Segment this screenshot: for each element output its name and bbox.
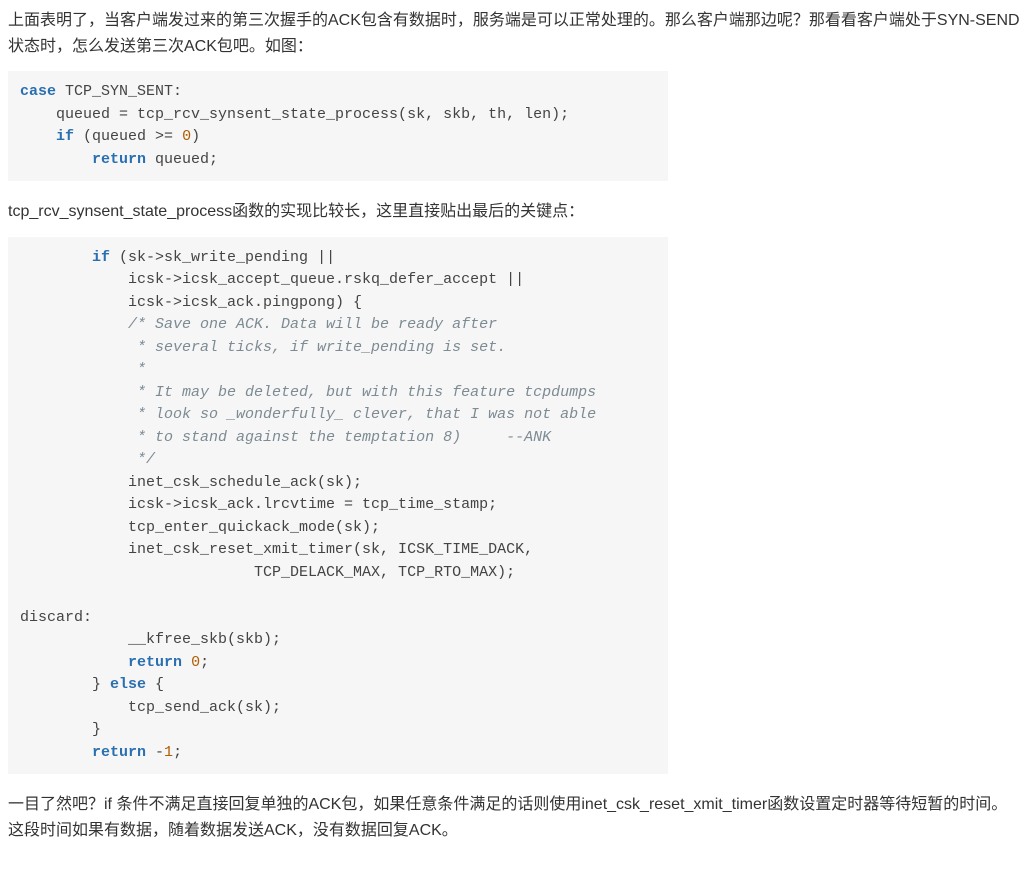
code-text: ; [200, 654, 209, 671]
code-text: tcp_enter_quickack_mode(sk); [20, 519, 380, 536]
code-text [20, 151, 92, 168]
code-keyword: if [56, 128, 74, 145]
code-text: } [20, 721, 101, 738]
code-comment: * several ticks, if write_pending is set… [20, 339, 506, 356]
code-block-1: case TCP_SYN_SENT: queued = tcp_rcv_syns… [8, 71, 668, 181]
code-text: - [146, 744, 164, 761]
code-text: icsk->icsk_accept_queue.rskq_defer_accep… [20, 271, 524, 288]
code-keyword: return [128, 654, 182, 671]
paragraph-3: 一目了然吧？if 条件不满足直接回复单独的ACK包，如果任意条件满足的话则使用i… [8, 792, 1022, 843]
code-comment: * [20, 361, 146, 378]
code-text: ) [191, 128, 200, 145]
paragraph-1: 上面表明了，当客户端发过来的第三次握手的ACK包含有数据时，服务端是可以正常处理… [8, 8, 1022, 59]
code-text: queued; [146, 151, 218, 168]
code-number: 0 [191, 654, 200, 671]
code-text: icsk->icsk_ack.pingpong) { [20, 294, 362, 311]
code-keyword: case [20, 83, 56, 100]
code-keyword: else [110, 676, 146, 693]
paragraph-2: tcp_rcv_synsent_state_process函数的实现比较长，这里… [8, 199, 1022, 225]
code-text [20, 249, 92, 266]
code-text: inet_csk_schedule_ack(sk); [20, 474, 362, 491]
code-text: } [20, 676, 110, 693]
code-text: TCP_DELACK_MAX, TCP_RTO_MAX); [20, 564, 515, 581]
code-text: ; [173, 744, 182, 761]
code-comment: /* Save one ACK. Data will be ready afte… [20, 316, 497, 333]
code-keyword: return [92, 744, 146, 761]
code-number: 0 [182, 128, 191, 145]
code-text: discard: [20, 609, 92, 626]
code-text [182, 654, 191, 671]
code-text: (sk->sk_write_pending || [110, 249, 335, 266]
code-text: { [146, 676, 164, 693]
code-keyword: if [92, 249, 110, 266]
code-text [20, 654, 128, 671]
code-comment: * It may be deleted, but with this featu… [20, 384, 596, 401]
code-comment: */ [20, 451, 155, 468]
code-text: inet_csk_reset_xmit_timer(sk, ICSK_TIME_… [20, 541, 533, 558]
code-keyword: return [92, 151, 146, 168]
code-number: 1 [164, 744, 173, 761]
code-text: __kfree_skb(skb); [20, 631, 281, 648]
code-text: icsk->icsk_ack.lrcvtime = tcp_time_stamp… [20, 496, 497, 513]
code-text: tcp_send_ack(sk); [20, 699, 281, 716]
code-comment: * look so _wonderfully_ clever, that I w… [20, 406, 596, 423]
code-text [20, 128, 56, 145]
code-block-2: if (sk->sk_write_pending || icsk->icsk_a… [8, 237, 668, 775]
code-text [20, 744, 92, 761]
code-text: (queued >= [74, 128, 182, 145]
code-text: TCP_SYN_SENT: [56, 83, 182, 100]
code-comment: * to stand against the temptation 8) --A… [20, 429, 551, 446]
code-text: queued = tcp_rcv_synsent_state_process(s… [20, 106, 569, 123]
